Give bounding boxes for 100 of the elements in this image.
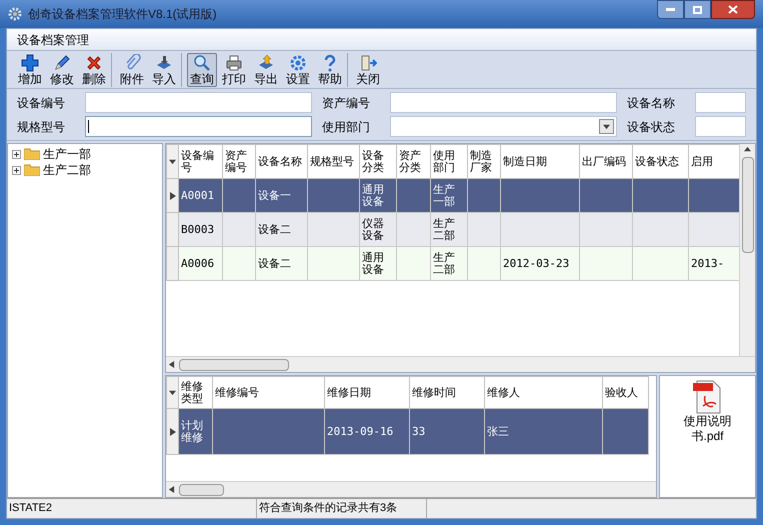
column-header[interactable]: 维修类型: [178, 376, 212, 408]
caret-icon: [169, 158, 176, 165]
table-cell: [468, 246, 500, 280]
tree-item[interactable]: 生产二部: [12, 162, 158, 178]
column-header[interactable]: 制造厂家: [468, 144, 500, 178]
close-button[interactable]: [711, 0, 755, 19]
search-icon: [193, 54, 211, 72]
column-header[interactable]: 设备编号: [178, 144, 222, 178]
attachment-panel[interactable]: 使用说明书.pdf: [659, 375, 756, 498]
toolbar-button[interactable]: 修改: [47, 52, 77, 86]
input-field[interactable]: [695, 116, 746, 137]
equipment-row[interactable]: B0003 设备二 仪器设备 生产二部: [166, 212, 739, 246]
text-cursor: [88, 120, 89, 133]
table-cell: 通用设备: [360, 246, 396, 280]
field-label: 规格型号: [17, 118, 66, 136]
dropdown-field[interactable]: [390, 116, 617, 137]
table-cell: [632, 246, 688, 280]
printer-icon: [225, 54, 243, 72]
column-header[interactable]: 资产编号: [222, 144, 256, 178]
equipment-row[interactable]: A0001 设备一 通用设备 生产一部: [166, 178, 739, 212]
toolbar-button[interactable]: 查询: [187, 52, 217, 86]
minimize-button[interactable]: [657, 0, 684, 19]
toolbar-button[interactable]: 关闭: [353, 52, 383, 86]
status-text: ISTATE2: [7, 499, 257, 518]
door-icon: [359, 54, 377, 72]
toolbar-button[interactable]: 帮助: [315, 52, 345, 86]
field-label: 使用部门: [322, 118, 371, 136]
toolbar-button[interactable]: 附件: [117, 52, 147, 86]
column-header[interactable]: 设备分类: [360, 144, 396, 178]
column-header[interactable]: 维修人: [484, 376, 602, 408]
column-header[interactable]: 维修编号: [212, 376, 324, 408]
table-cell: [308, 246, 360, 280]
maximize-button[interactable]: [684, 0, 711, 19]
horizontal-scrollbar[interactable]: [166, 481, 656, 497]
scrollbar-thumb[interactable]: [179, 484, 224, 496]
field-label: 设备状态: [627, 118, 676, 136]
column-header[interactable]: 验收人: [602, 376, 648, 408]
vertical-scrollbar[interactable]: [739, 144, 755, 356]
column-header[interactable]: 维修日期: [324, 376, 410, 408]
attachment-filename: 使用说明书.pdf: [682, 414, 732, 444]
tree-item-label: 生产二部: [43, 162, 91, 179]
expand-toggle-icon[interactable]: [12, 166, 21, 174]
field-label: 设备名称: [627, 94, 676, 112]
scroll-up-arrow-icon: [744, 146, 751, 153]
column-header[interactable]: 设备状态: [632, 144, 688, 178]
input-field[interactable]: [85, 92, 312, 113]
repair-row[interactable]: 计划维修 2013-09-16 33 张三: [166, 408, 648, 454]
disk-icon: [155, 54, 173, 72]
toolbar-button[interactable]: 设置: [283, 52, 313, 86]
table-cell: 2013-09-16: [324, 408, 410, 454]
column-header[interactable]: 制造日期: [500, 144, 580, 178]
toolbar-button[interactable]: 删除: [79, 52, 109, 86]
dropdown-arrow-button[interactable]: [599, 119, 614, 134]
table-cell: 33: [410, 408, 484, 454]
gear-icon: [8, 7, 22, 21]
input-field[interactable]: [85, 116, 312, 137]
column-header[interactable]: 使用部门: [430, 144, 468, 178]
input-field[interactable]: [390, 92, 617, 113]
equipment-row[interactable]: A0006 设备二 通用设备 生产二部 2012-03-23 2013-: [166, 246, 739, 280]
table-cell: 张三: [484, 408, 602, 454]
horizontal-scrollbar[interactable]: [166, 356, 755, 372]
caret-icon: [169, 389, 176, 396]
scrollbar-thumb[interactable]: [179, 358, 289, 370]
expand-toggle-icon[interactable]: [12, 150, 21, 158]
input-field[interactable]: [695, 92, 746, 113]
table-cell: 设备二: [256, 246, 308, 280]
pdf-file-icon: [692, 380, 722, 414]
table-cell: [602, 408, 648, 454]
column-header[interactable]: 设备名称: [256, 144, 308, 178]
tree-item-label: 生产一部: [43, 146, 91, 163]
table-cell: [396, 246, 430, 280]
column-header[interactable]: 资产分类: [396, 144, 430, 178]
export-icon: [257, 54, 275, 72]
scrollbar-thumb[interactable]: [742, 157, 754, 253]
toolbar-button[interactable]: 导出: [251, 52, 281, 86]
window-title: 创奇设备档案管理软件V8.1(试用版): [28, 6, 218, 23]
column-header[interactable]: 规格型号: [308, 144, 360, 178]
ribbon-tab[interactable]: 设备档案管理: [17, 30, 89, 48]
plus-icon: [21, 54, 39, 72]
column-header[interactable]: 维修时间: [410, 376, 484, 408]
dropdown-arrow-icon: [603, 123, 610, 130]
column-header[interactable]: 出厂编码: [580, 144, 632, 178]
gear-icon: [289, 54, 307, 72]
folder-icon: [24, 164, 40, 176]
column-header[interactable]: 启用: [688, 144, 739, 178]
toolbar-button[interactable]: 导入: [149, 52, 179, 86]
table-cell: 生产二部: [430, 246, 468, 280]
table-cell: [580, 246, 632, 280]
tree-item[interactable]: 生产一部: [12, 146, 158, 162]
status-text: 符合查询条件的记录共有3条: [257, 499, 427, 518]
table-cell: 2012-03-23: [500, 246, 580, 280]
table-cell: A0006: [178, 246, 222, 280]
toolbar-button[interactable]: 增加: [15, 52, 45, 86]
toolbar-button[interactable]: 打印: [219, 52, 249, 86]
field-label: 资产编号: [322, 94, 371, 112]
table-cell: [222, 246, 256, 280]
field-label: 设备编号: [17, 94, 66, 112]
folder-icon: [24, 148, 40, 160]
close-icon: [728, 5, 738, 14]
scroll-left-arrow-icon: [168, 486, 175, 493]
